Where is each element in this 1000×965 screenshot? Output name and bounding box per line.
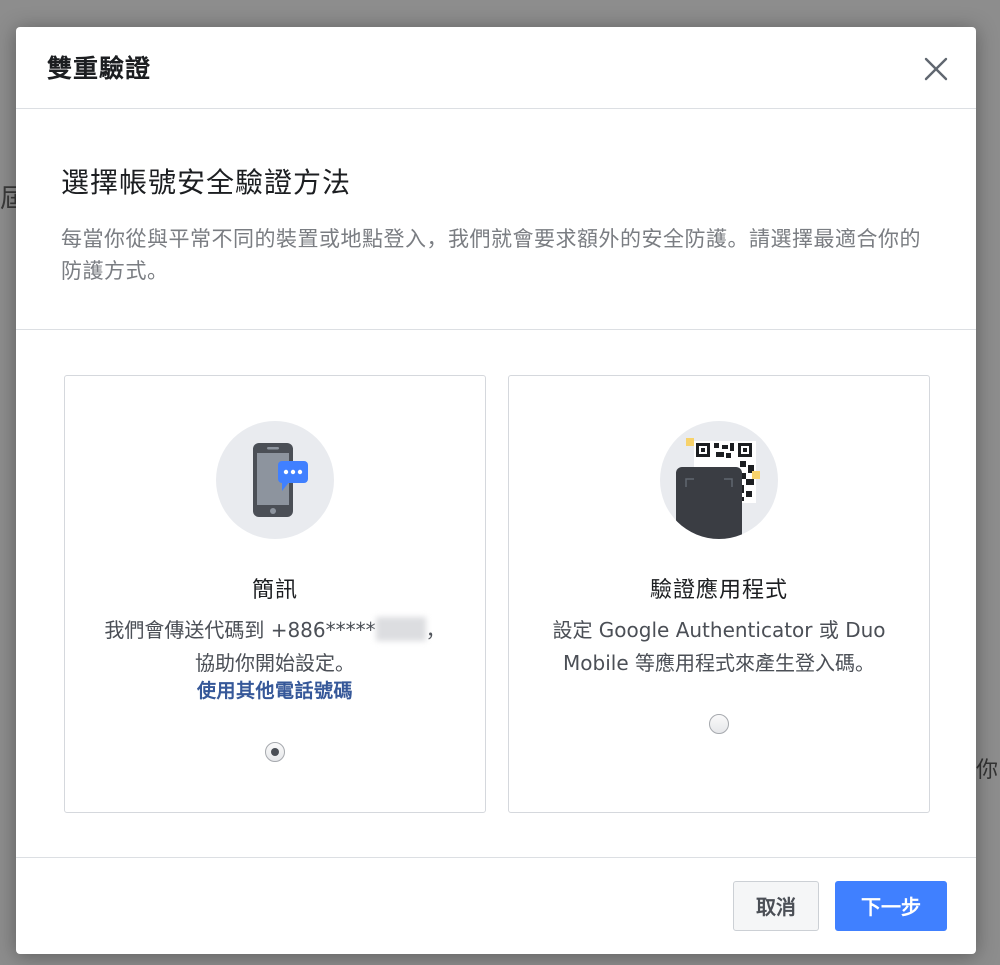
description-line-2: 協助你開始設定。 xyxy=(195,651,355,675)
two-factor-dialog: 雙重驗證 選擇帳號安全驗證方法 每當你從與平常不同的裝置或地點登入，我們就會要求… xyxy=(16,27,976,954)
option-description: 我們會傳送代碼到 +886***** ， 協助你開始設定。 xyxy=(79,614,471,680)
use-other-phone-link[interactable]: 使用其他電話號碼 xyxy=(65,676,485,703)
radio-authenticator-app[interactable] xyxy=(709,714,729,734)
option-card-sms[interactable]: 簡訊 我們會傳送代碼到 +886***** ， 協助你開始設定。 使用其他電話號碼 xyxy=(64,375,486,813)
radio-selected-dot xyxy=(271,748,279,756)
close-button[interactable] xyxy=(918,51,954,87)
option-description: 設定 Google Authenticator 或 Duo Mobile 等應用… xyxy=(552,618,886,675)
close-icon xyxy=(924,57,948,81)
dialog-title: 雙重驗證 xyxy=(47,54,152,83)
radio-sms[interactable] xyxy=(265,742,285,762)
dialog-header: 雙重驗證 xyxy=(16,27,976,109)
blurred-phone-digits xyxy=(375,617,426,641)
description-comma: ， xyxy=(425,618,446,642)
phone-message-icon xyxy=(216,421,334,539)
dialog-footer: 取消 下一步 xyxy=(16,857,976,955)
cancel-button[interactable]: 取消 xyxy=(733,881,819,931)
qr-code-phone-icon xyxy=(660,421,778,539)
intro-section: 選擇帳號安全驗證方法 每當你從與平常不同的裝置或地點登入，我們就會要求額外的安全… xyxy=(16,109,976,330)
description-phone-text: 我們會傳送代碼到 +886***** xyxy=(104,618,376,642)
next-button[interactable]: 下一步 xyxy=(835,881,947,931)
option-title: 驗證應用程式 xyxy=(649,578,788,603)
option-title: 簡訊 xyxy=(251,578,298,603)
section-description: 每當你從與平常不同的裝置或地點登入，我們就會要求額外的安全防護。請選擇最適合你的… xyxy=(61,227,921,283)
background-fragment-right: 你 xyxy=(975,758,998,783)
section-heading: 選擇帳號安全驗證方法 xyxy=(61,166,352,199)
option-card-authenticator-app[interactable]: 驗證應用程式 設定 Google Authenticator 或 Duo Mob… xyxy=(508,375,930,813)
